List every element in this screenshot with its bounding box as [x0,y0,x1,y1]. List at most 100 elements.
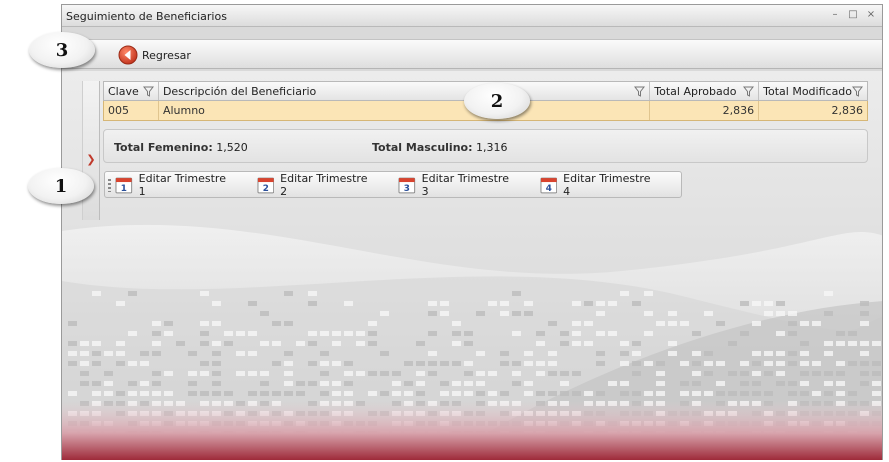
background-tile [320,351,329,356]
background-tile [140,351,149,356]
column-header-clave[interactable]: Clave [104,82,159,100]
background-tile [344,391,353,396]
background-tile [260,381,269,386]
edit-trimestre-label: Editar Trimestre 4 [563,171,651,198]
background-tile [260,341,269,346]
cell-total-aprobado: 2,836 [650,101,760,120]
background-tile [836,331,845,336]
background-tile [752,361,761,366]
background-tile [524,391,533,396]
background-tile [380,371,389,376]
background-tile [152,351,161,356]
background-tile [824,291,833,296]
background-tile [368,371,377,376]
edit-trimestre-label: Editar Trimestre 3 [421,171,509,198]
background-tile [716,321,725,326]
background-tile [416,341,425,346]
background-tile [500,301,509,306]
edit-trimestre-1-button[interactable]: 1 Editar Trimestre 1 [115,172,235,198]
background-tile [800,341,809,346]
calendar-icon: 4 [539,177,557,194]
background-tile [92,341,101,346]
column-header-descripcion[interactable]: Descripción del Beneficiario [159,82,651,100]
background-tile [752,371,761,376]
background-tile [560,391,569,396]
background-tile [92,291,101,296]
column-label: Clave [108,85,139,98]
background-tile [428,371,437,376]
background-tile [308,301,317,306]
background-tile [836,361,845,366]
background-tile [536,331,545,336]
background-tile [776,381,785,386]
background-tile [464,361,473,366]
background-tile [752,381,761,386]
background-tile [860,361,869,366]
row-indicator-column [82,81,100,220]
background-tile [572,301,581,306]
background-tile [296,391,305,396]
filter-icon[interactable] [634,86,646,97]
minimize-icon[interactable]: – [828,8,842,22]
background-tile [296,381,305,386]
filter-icon[interactable] [743,86,755,97]
background-tile [272,361,281,366]
background-tile [596,331,605,336]
background-tile [692,381,701,386]
background-tile [440,381,449,386]
background-tile [308,361,317,366]
background-tile [584,321,593,326]
background-tile [224,331,233,336]
background-tile [680,381,689,386]
background-tile [704,311,713,316]
close-icon[interactable]: × [864,8,878,22]
background-tile [524,301,533,306]
background-tile [320,361,329,366]
background-tile [308,291,317,296]
filter-icon[interactable] [852,86,863,97]
background-tile [788,391,797,396]
background-tile [572,321,581,326]
column-header-total-aprobado[interactable]: Total Aprobado [650,82,760,100]
background-tile [152,321,161,326]
expand-arrow-icon[interactable]: ❯ [85,154,97,166]
column-header-total-modificado[interactable]: Total Modificado [759,82,867,100]
background-tile [656,321,665,326]
background-tile [128,291,137,296]
background-tile [788,311,797,316]
edit-trimestre-label: Editar Trimestre 1 [138,171,226,198]
background-tile [776,301,785,306]
background-tile [104,371,113,376]
background-tile [752,301,761,306]
toolbar-grip[interactable] [108,179,111,192]
background-tile [512,361,521,366]
edit-trimestre-4-button[interactable]: 4 Editar Trimestre 4 [539,171,660,198]
background-tile [860,301,869,306]
background-tile [740,331,749,336]
background-tile [368,331,377,336]
maximize-icon[interactable]: □ [846,8,860,22]
background-tile [344,361,353,366]
back-button[interactable]: Regresar [118,44,191,66]
background-tile [860,321,869,326]
background-tile [596,311,605,316]
window-controls: – □ × [828,8,878,22]
background-tile [608,381,617,386]
background-tile [656,371,665,376]
background-tile [776,351,785,356]
background-tile [776,311,785,316]
filter-icon[interactable] [142,86,154,97]
background-tile [476,351,485,356]
background-tile [452,381,461,386]
edit-trimestre-2-button[interactable]: 2 Editar Trimestre 2 [256,172,377,198]
background-tile [668,351,677,356]
background-tile [632,351,641,356]
background-tile [116,361,125,366]
background-tile [164,371,173,376]
annotation-marker-3: 3 [29,32,95,68]
background-tile [800,371,809,376]
calendar-number: 3 [404,184,410,194]
background-tile [440,311,449,316]
edit-trimestre-3-button[interactable]: 3 Editar Trimestre 3 [398,172,518,198]
background-tile [332,361,341,366]
